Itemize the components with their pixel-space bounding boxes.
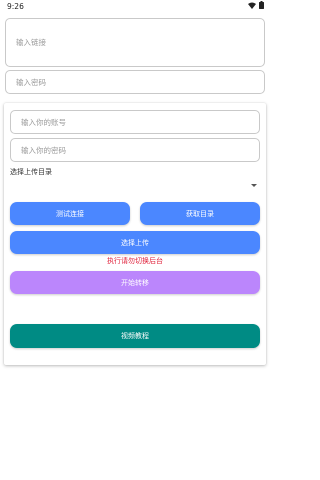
get-directory-label: 获取目录 [186,209,214,218]
test-connection-label: 测试连接 [56,209,84,218]
account-password-input-placeholder: 输入你的密码 [21,145,66,155]
battery-icon [259,1,264,11]
transfer-panel: 输入你的账号 输入你的密码 选择上传目录 测试连接 获取目录 选择上传 执行请勿… [4,103,266,365]
start-transfer-label: 开始转移 [121,278,149,287]
select-upload-label: 选择上传 [121,238,149,247]
status-icons [248,1,264,11]
start-transfer-button[interactable]: 开始转移 [10,271,260,294]
password-input[interactable]: 输入密码 [5,70,265,94]
password-input-placeholder: 输入密码 [16,77,46,87]
account-input[interactable]: 输入你的账号 [10,110,260,134]
status-time: 9:26 [7,1,24,11]
upload-dir-label: 选择上传目录 [10,168,52,176]
get-directory-button[interactable]: 获取目录 [140,202,260,225]
wifi-icon [248,2,256,11]
test-connection-button[interactable]: 测试连接 [10,202,130,225]
video-tutorial-button[interactable]: 视频教程 [10,324,260,348]
warning-text: 执行请勿切换后台 [107,257,163,265]
link-input[interactable]: 输入链接 [5,18,265,67]
link-input-placeholder: 输入链接 [16,38,46,47]
account-password-input[interactable]: 输入你的密码 [10,138,260,162]
select-upload-button[interactable]: 选择上传 [10,231,260,254]
chevron-down-icon [251,184,257,187]
account-input-placeholder: 输入你的账号 [21,117,66,127]
video-tutorial-label: 视频教程 [121,332,149,340]
status-bar: 9:26 [0,0,270,12]
upload-dir-select[interactable] [10,177,260,193]
